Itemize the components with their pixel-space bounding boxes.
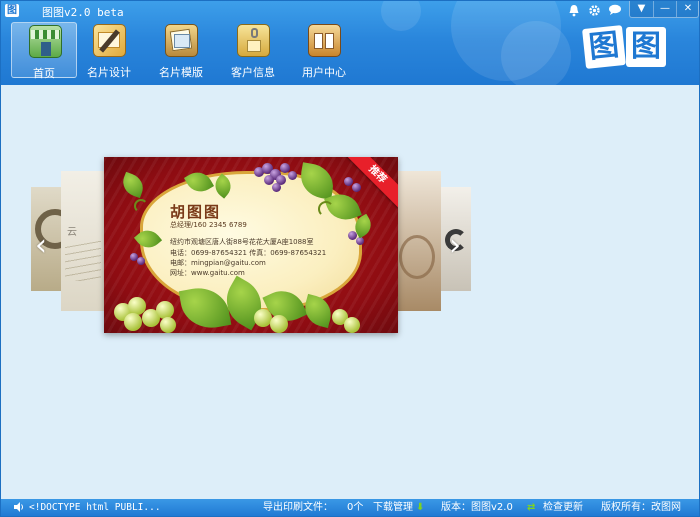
chat-icon [609,4,621,15]
header-decoration [501,21,571,85]
header: 图 图图v2.0 beta ▼ — ✕ 首页 名片设计 名片模版 客户信息 用户… [1,1,699,85]
brand-logo-char: 图 [587,27,621,66]
download-arrow-icon[interactable]: ⬇ [416,501,424,515]
card-phone-fax: 电话：0699-87654321 传真：0699-87654321 [170,249,327,257]
card-person-name: 胡图图 [170,203,222,221]
menu-dropdown-button[interactable]: ▼ [630,1,653,17]
status-bar: <!DOCTYPE html PUBLI... 导出印刷文件： 0个 下载管理 … [1,499,699,516]
brand-logo-char: 图 [631,29,661,64]
title-bar[interactable]: 图 图图v2.0 beta ▼ — ✕ [1,1,699,21]
check-update-button[interactable]: 检查更新 [543,501,583,515]
window-controls: ▼ — ✕ [629,1,699,18]
bell-icon [569,5,579,17]
settings-button[interactable] [586,2,602,18]
toolbar-home-button[interactable]: 首页 [11,22,77,80]
export-files-count[interactable]: 0个 [347,501,363,515]
refresh-icon[interactable]: ⇄ [527,501,535,515]
speaker-icon[interactable] [13,501,25,513]
toolbar-label: 首页 [33,67,55,80]
notification-button[interactable] [566,2,582,18]
carousel-prev-arrow-icon[interactable]: ‹ [35,231,47,261]
template-icon [165,24,198,57]
toolbar-label: 名片模版 [159,66,203,79]
brand-logo: 图 图 [582,25,668,73]
main-content: 云 ‹ › 胡图图 总经理/160 2345 6789 纽约市观塘区唐人街88号… [1,85,699,499]
carousel-next-arrow-icon[interactable]: › [449,231,461,261]
toolbar-template-button[interactable]: 名片模版 [148,22,214,79]
download-manager-button[interactable]: 下载管理 [373,501,413,515]
toolbar-label: 名片设计 [87,66,131,79]
storefront-icon [29,25,62,58]
minimize-button[interactable]: — [653,1,676,17]
message-button[interactable] [607,2,623,18]
card-person-title: 总经理/160 2345 6789 [170,221,247,229]
status-message: <!DOCTYPE html PUBLI... [29,502,161,513]
toolbar-label: 用户中心 [302,66,346,79]
toolbar-client-info-button[interactable]: 客户信息 [220,22,286,79]
close-button[interactable]: ✕ [676,1,699,17]
card-design-icon [93,24,126,57]
carousel-card[interactable]: 云 [61,171,105,311]
card-email: 电邮：mingpian@gaitu.com [170,259,266,267]
toolbar-card-design-button[interactable]: 名片设计 [76,22,142,79]
copyright-text: 版权所有：改图网 [601,502,681,513]
featured-business-card[interactable]: 胡图图 总经理/160 2345 6789 纽约市观塘区唐人街88号花花大厦A座… [104,157,398,333]
window-title: 图图v2.0 beta [42,6,124,19]
app-icon: 图 [5,4,19,17]
client-file-icon [237,24,270,57]
gear-icon [588,5,600,16]
export-files-label: 导出印刷文件： [263,502,333,513]
carousel-card[interactable] [395,171,441,311]
version-label: 版本：图图v2.0 [441,502,513,513]
toolbar-label: 客户信息 [231,66,275,79]
user-center-icon [308,24,341,57]
card-address: 纽约市观塘区唐人街88号花花大厦A座1088室 [170,238,314,246]
toolbar-user-center-button[interactable]: 用户中心 [291,22,357,79]
app-window: 图 图图v2.0 beta ▼ — ✕ 首页 名片设计 名片模版 客户信息 用户… [0,0,700,517]
card-website: 网址：www.gaitu.com [170,269,245,277]
